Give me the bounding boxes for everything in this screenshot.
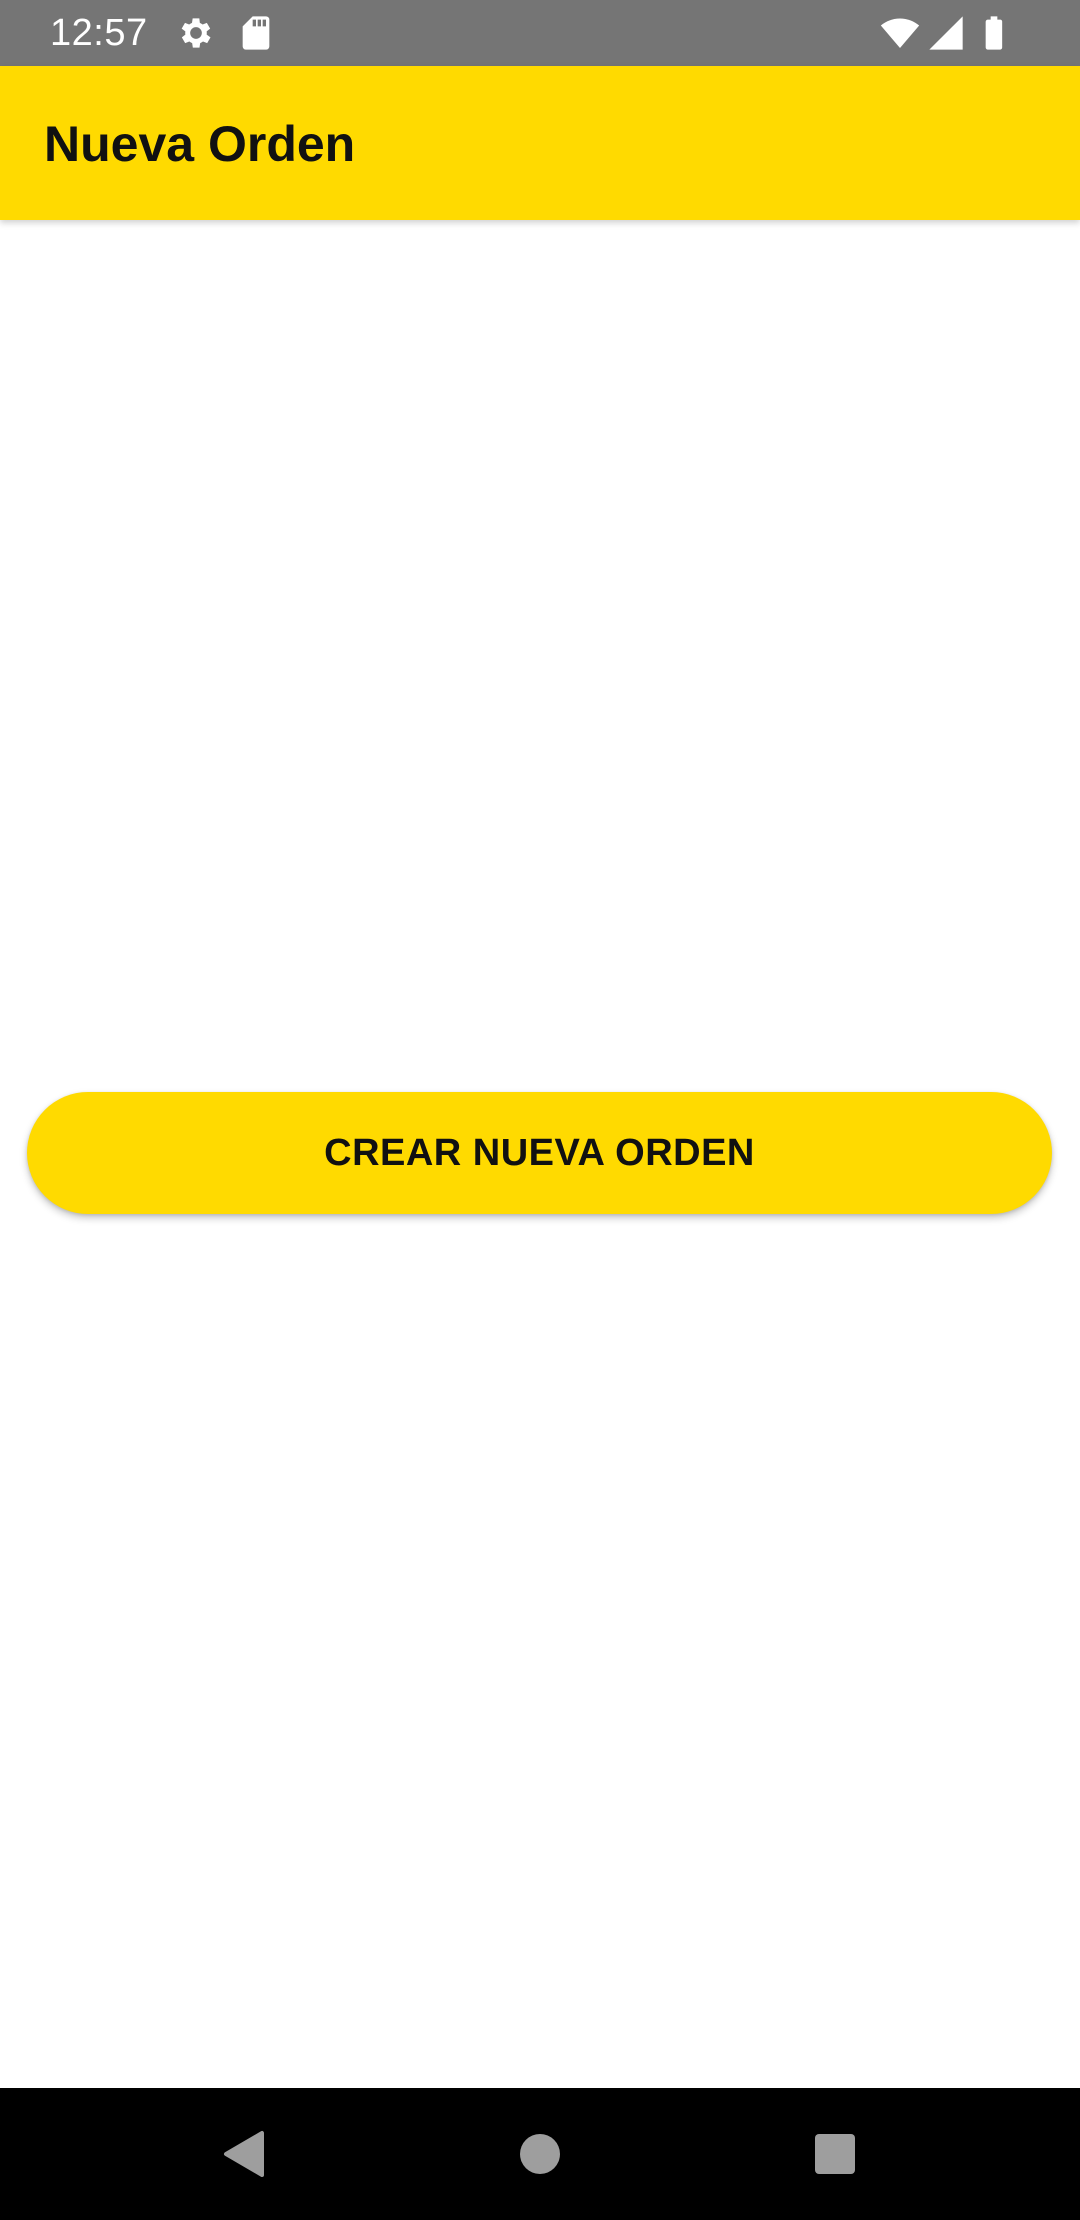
page-title: Nueva Orden (44, 116, 356, 172)
create-new-order-button-label: CREAR NUEVA ORDEN (324, 1131, 755, 1174)
sd-card-icon (236, 13, 276, 53)
signal-icon (926, 13, 966, 53)
back-icon (224, 2131, 264, 2177)
battery-icon (974, 13, 1014, 53)
back-button[interactable] (204, 2114, 284, 2194)
status-time: 12:57 (50, 12, 148, 54)
home-button[interactable] (500, 2114, 580, 2194)
navigation-bar (0, 2088, 1080, 2220)
recents-button[interactable] (795, 2114, 875, 2194)
create-new-order-button[interactable]: CREAR NUEVA ORDEN (27, 1092, 1052, 1214)
wifi-icon (880, 13, 920, 53)
screen: 12:57 Nueva Orden CREAR NUEVA ORDEN (0, 0, 1080, 2220)
app-bar: Nueva Orden (0, 66, 1080, 220)
main-content: CREAR NUEVA ORDEN (0, 220, 1080, 2088)
status-bar: 12:57 (0, 0, 1080, 66)
recents-icon (815, 2134, 855, 2174)
home-icon (520, 2134, 560, 2174)
settings-icon (176, 13, 216, 53)
